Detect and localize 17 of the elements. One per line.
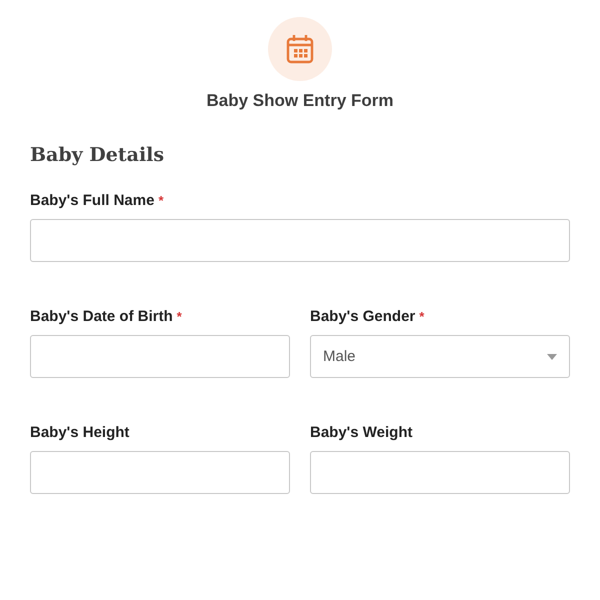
- field-label: Baby's Date of Birth: [30, 308, 173, 325]
- section-title: Baby Details: [30, 144, 166, 166]
- caret-icon: [547, 354, 557, 360]
- calendar-icon: [286, 34, 314, 64]
- field-label: Baby's Gender: [310, 308, 416, 325]
- text-field[interactable]: [30, 451, 290, 494]
- select-field[interactable]: Male: [310, 335, 570, 378]
- field-label: Baby's Height: [30, 424, 130, 441]
- required-mark: *: [158, 193, 164, 208]
- text-field[interactable]: [30, 219, 570, 262]
- text-field[interactable]: [310, 451, 570, 494]
- field-label: Baby's Weight: [310, 424, 412, 441]
- text-field[interactable]: [30, 335, 290, 378]
- field-label: Baby's Full Name: [30, 192, 154, 209]
- form-title: Baby Show Entry Form: [206, 91, 394, 111]
- required-mark: *: [419, 309, 424, 324]
- required-mark: *: [176, 309, 182, 324]
